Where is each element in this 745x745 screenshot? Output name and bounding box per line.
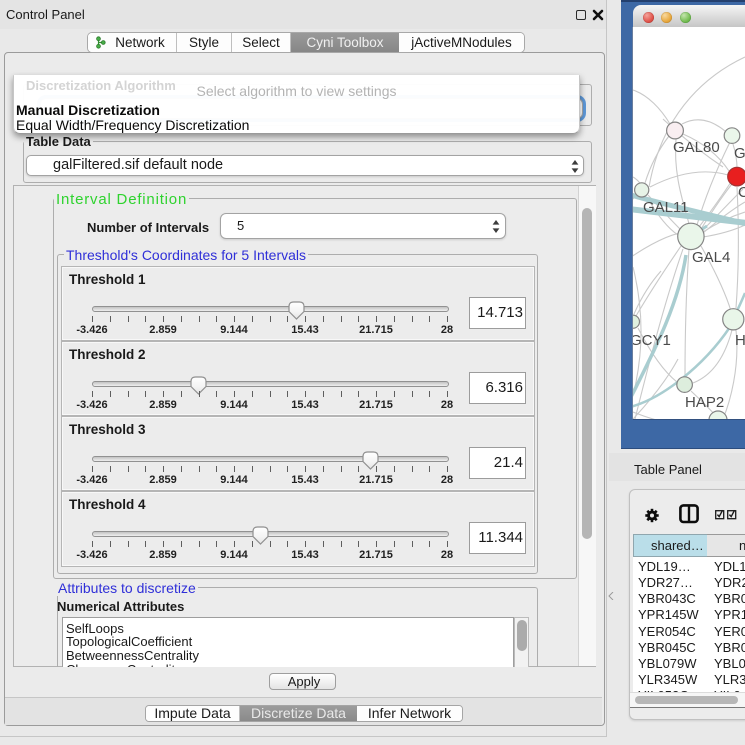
- svg-text:GAL11: GAL11: [643, 199, 689, 216]
- svg-text:H: H: [735, 332, 745, 349]
- svg-text:GCY1: GCY1: [633, 332, 671, 349]
- svg-text:GAL4: GAL4: [692, 249, 730, 266]
- svg-text:HAP2: HAP2: [685, 394, 724, 411]
- svg-text:GAL80: GAL80: [673, 139, 720, 156]
- svg-text:G.: G.: [734, 145, 745, 162]
- svg-text:C: C: [738, 184, 745, 201]
